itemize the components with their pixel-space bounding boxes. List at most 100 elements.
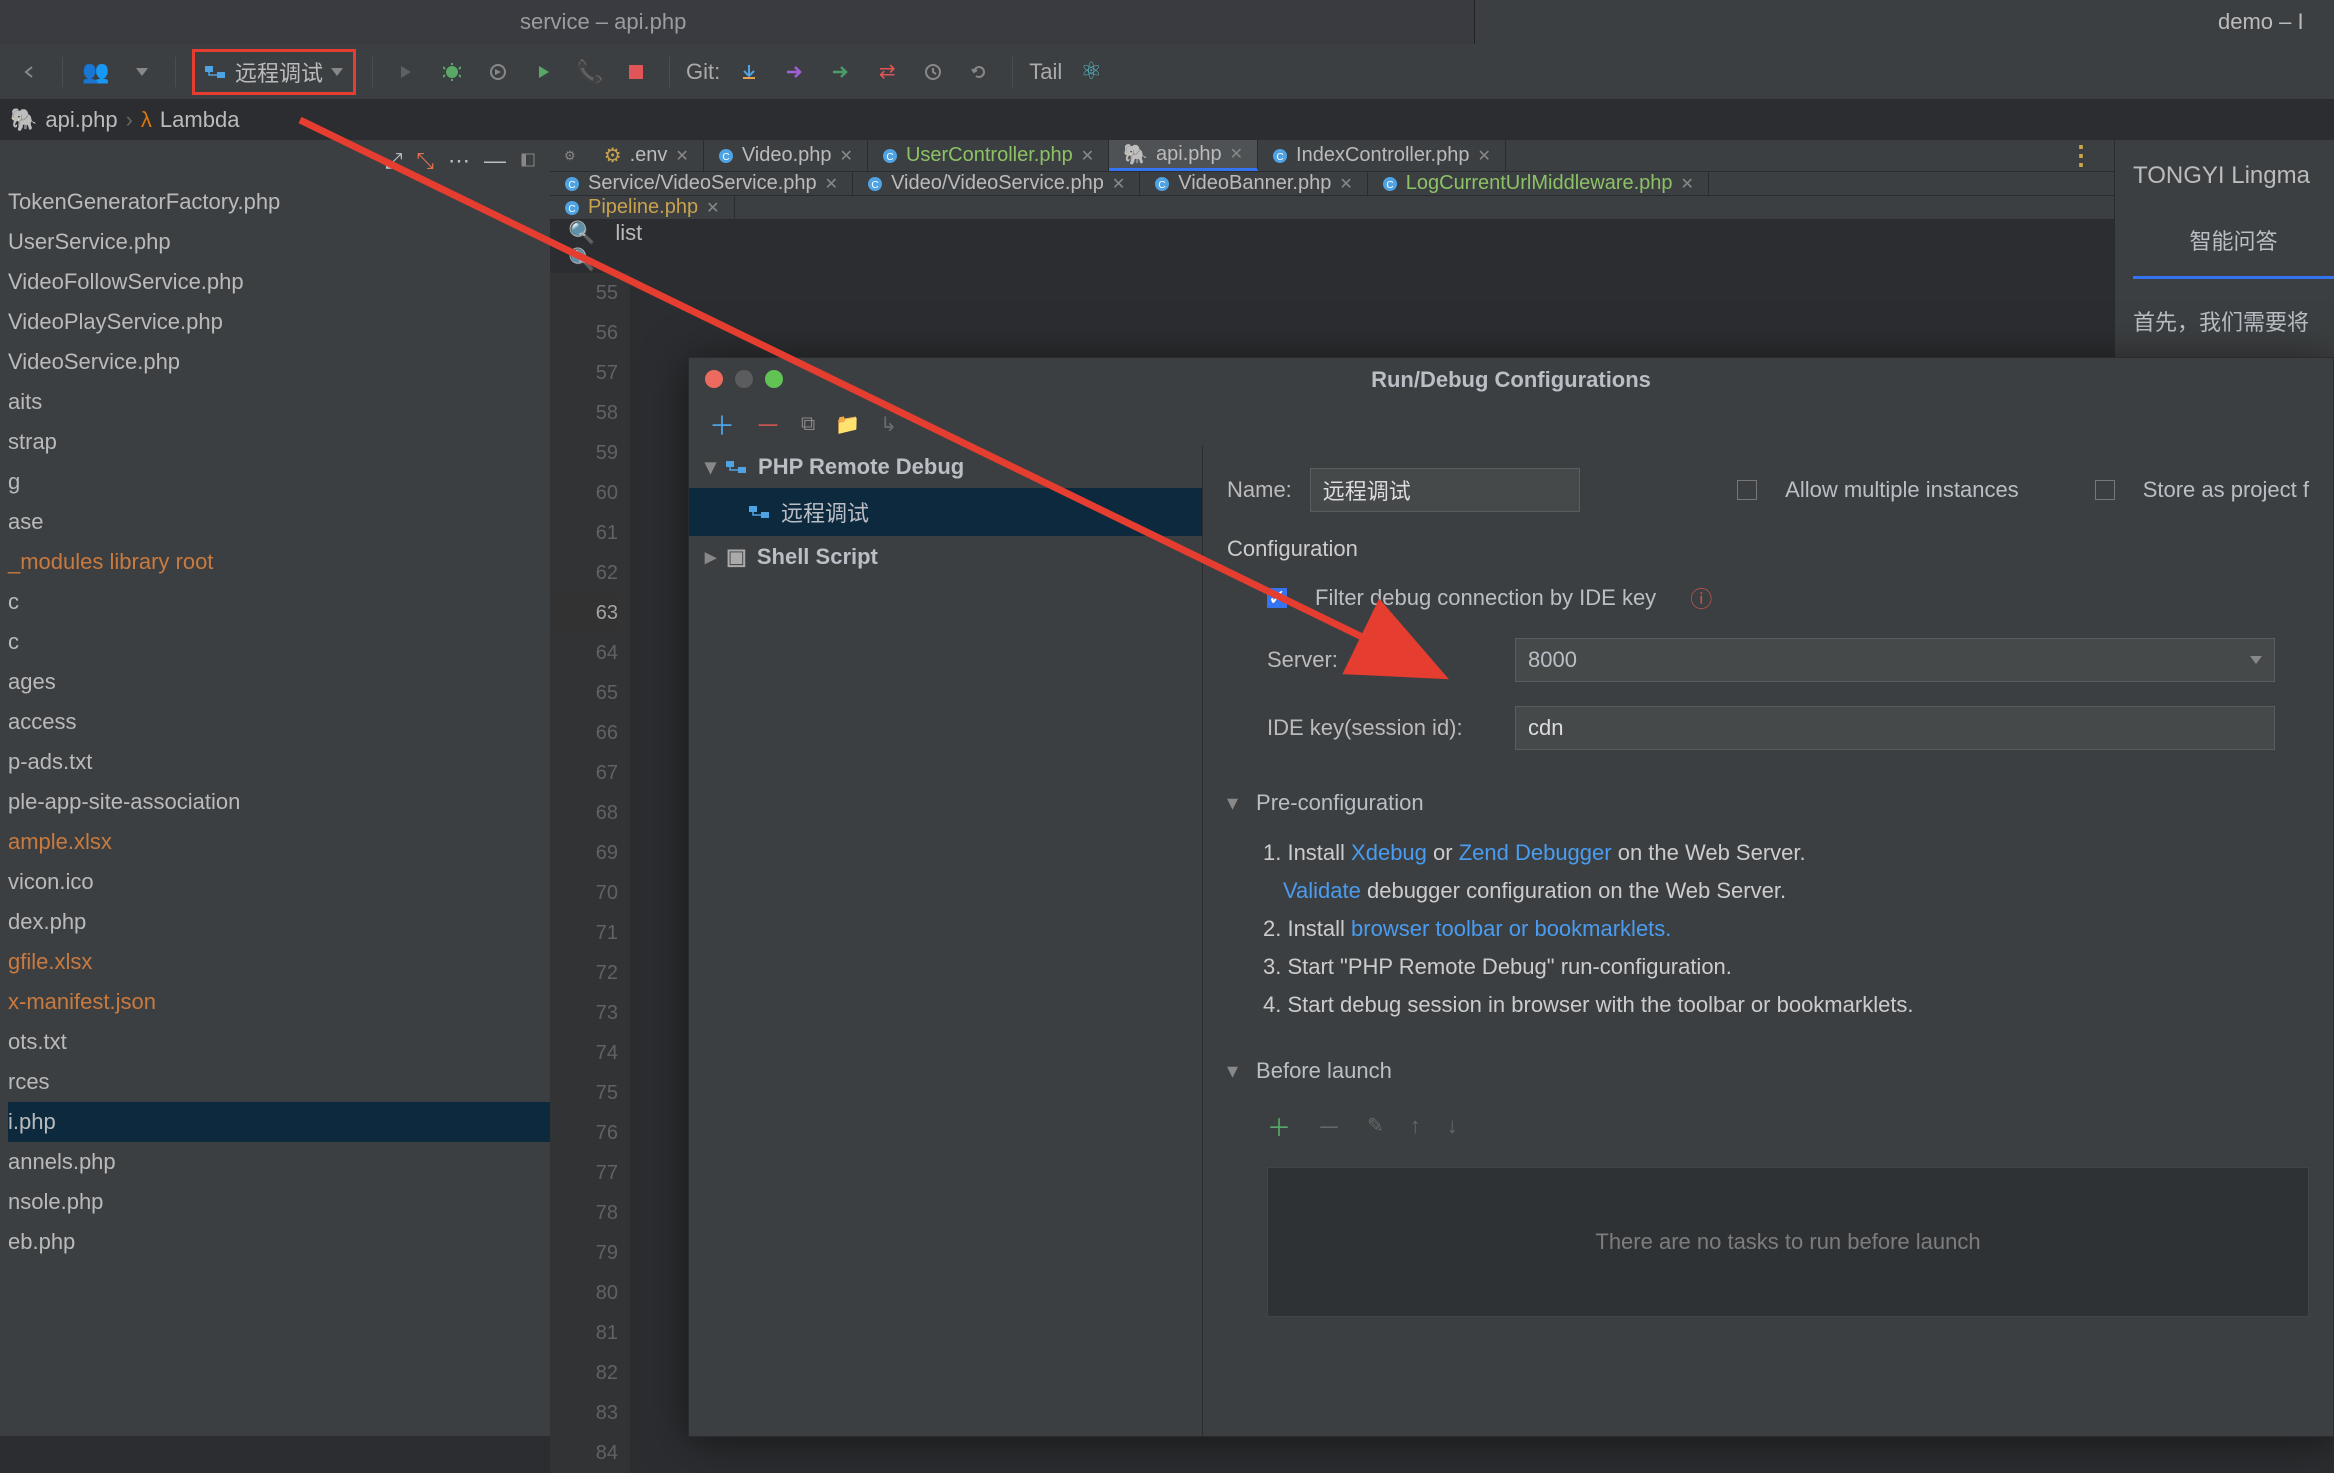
gutter[interactable]: 5556575859606162636465666768697071727374…	[550, 273, 630, 1473]
tree-item[interactable]: vicon.ico	[8, 862, 550, 902]
tab-overflow-button[interactable]: ⋮	[2068, 140, 2114, 171]
minimize-icon[interactable]: —	[484, 148, 506, 174]
git-fetch-button[interactable]	[824, 55, 858, 89]
editor-tab[interactable]: CVideo.php✕	[704, 140, 868, 171]
filter-ide-key-checkbox[interactable]: ✓	[1267, 588, 1287, 608]
tree-item[interactable]: VideoPlayService.php	[8, 302, 550, 342]
tree-item[interactable]: ple-app-site-association	[8, 782, 550, 822]
tree-item[interactable]: aits	[8, 382, 550, 422]
minimize-window-button[interactable]	[735, 370, 753, 388]
folder-config-button[interactable]: 📁	[835, 412, 860, 437]
presentation-button[interactable]: 👥	[79, 55, 113, 89]
name-input[interactable]	[1310, 468, 1580, 512]
presentation-dropdown[interactable]	[125, 55, 159, 89]
close-tab-button[interactable]: ✕	[1112, 174, 1125, 194]
tree-item[interactable]: p-ads.txt	[8, 742, 550, 782]
close-window-button[interactable]	[705, 370, 723, 388]
tree-item[interactable]: _modules library root	[8, 542, 550, 582]
tree-item[interactable]: ots.txt	[8, 1022, 550, 1062]
close-tab-button[interactable]: ✕	[1681, 174, 1694, 194]
hide-icon[interactable]	[520, 148, 536, 174]
edit-config-button[interactable]: ↳	[880, 412, 897, 437]
editor-tab[interactable]: CUserController.php✕	[868, 140, 1109, 171]
close-tab-button[interactable]: ✕	[675, 146, 688, 166]
git-rollback-button[interactable]	[962, 55, 996, 89]
tree-item[interactable]: strap	[8, 422, 550, 462]
tree-item[interactable]: UserService.php	[8, 222, 550, 262]
tongyi-tab-qa[interactable]: 智能问答	[2133, 204, 2334, 279]
tree-item[interactable]: annels.php	[8, 1142, 550, 1182]
remove-config-button[interactable]: －	[755, 406, 781, 443]
back-button[interactable]	[12, 55, 46, 89]
tree-item[interactable]: eb.php	[8, 1222, 550, 1262]
tongyi-title[interactable]: TONGYI Lingma	[2133, 148, 2334, 204]
tree-item[interactable]: i.php	[8, 1102, 550, 1142]
tree-item[interactable]: access	[8, 702, 550, 742]
close-tab-button[interactable]: ✕	[825, 174, 838, 194]
git-pull-button[interactable]	[732, 55, 766, 89]
tree-item[interactable]: c	[8, 622, 550, 662]
tree-item[interactable]: ample.xlsx	[8, 822, 550, 862]
close-tab-button[interactable]: ✕	[706, 198, 719, 218]
search-icon-2[interactable]: 🔍	[568, 247, 595, 273]
close-tab-button[interactable]: ✕	[1477, 146, 1490, 166]
editor-tab[interactable]: CLogCurrentUrlMiddleware.php✕	[1368, 172, 1709, 195]
chevron-down-icon[interactable]: ▾	[1227, 790, 1238, 816]
close-tab-button[interactable]: ✕	[840, 146, 853, 166]
expand-icon[interactable]: ⤢	[385, 148, 403, 174]
tab-settings-icon[interactable]: ⚙	[550, 148, 590, 164]
tree-item[interactable]: gfile.xlsx	[8, 942, 550, 982]
tree-item[interactable]: ages	[8, 662, 550, 702]
editor-tab[interactable]: ⚙.env✕	[590, 140, 704, 171]
allow-multiple-checkbox[interactable]	[1737, 480, 1757, 500]
idekey-input[interactable]	[1515, 706, 2275, 750]
run-config-selector[interactable]: 远程调试	[192, 49, 356, 95]
git-history-button[interactable]	[916, 55, 950, 89]
project-tree[interactable]: TokenGeneratorFactory.phpUserService.php…	[0, 182, 550, 1262]
tree-item[interactable]: TokenGeneratorFactory.php	[8, 182, 550, 222]
close-tab-button[interactable]: ✕	[1339, 174, 1352, 194]
editor-tab[interactable]: CService/VideoService.php✕	[550, 172, 853, 195]
breadcrumb-symbol[interactable]: Lambda	[160, 107, 240, 133]
breadcrumb-file[interactable]: api.php	[45, 107, 117, 133]
search-icon[interactable]: 🔍	[568, 220, 595, 246]
more-icon[interactable]: ⋯	[448, 148, 470, 174]
tree-item[interactable]: rces	[8, 1062, 550, 1102]
editor-tab[interactable]: CVideoBanner.php✕	[1140, 172, 1368, 195]
config-group-shell[interactable]: ▸ ▣ Shell Script	[689, 536, 1202, 578]
chevron-down-icon[interactable]: ▾	[1227, 1058, 1238, 1084]
phone-button[interactable]: 📞	[573, 55, 607, 89]
collapse-icon[interactable]: ⤡	[416, 148, 434, 174]
config-group-php-remote[interactable]: ▾ PHP Remote Debug	[689, 446, 1202, 488]
help-icon[interactable]: ⓘ	[1690, 582, 1712, 614]
atom-button[interactable]: ⚛	[1074, 55, 1108, 89]
editor-tab[interactable]: CVideo/VideoService.php✕	[853, 172, 1140, 195]
tree-item[interactable]: dex.php	[8, 902, 550, 942]
tree-item[interactable]: VideoFollowService.php	[8, 262, 550, 302]
coverage-button[interactable]	[481, 55, 515, 89]
config-item-remote-debug[interactable]: 远程调试	[689, 488, 1202, 536]
copy-config-button[interactable]: ⧉	[801, 413, 815, 436]
tree-item[interactable]: x-manifest.json	[8, 982, 550, 1022]
search-input[interactable]: list	[615, 220, 642, 246]
store-as-project-checkbox[interactable]	[2095, 480, 2115, 500]
git-push-button[interactable]	[778, 55, 812, 89]
close-tab-button[interactable]: ✕	[1081, 146, 1094, 166]
server-dropdown[interactable]: 8000	[1515, 638, 2275, 682]
close-tab-button[interactable]: ✕	[1230, 144, 1243, 164]
zoom-window-button[interactable]	[765, 370, 783, 388]
xdebug-link[interactable]: Xdebug	[1351, 840, 1427, 865]
tree-item[interactable]: nsole.php	[8, 1182, 550, 1222]
config-tree[interactable]: ▾ PHP Remote Debug 远程调试 ▸ ▣ Shell Script	[689, 446, 1203, 1436]
editor-tab[interactable]: 🐘api.php✕	[1109, 140, 1258, 171]
stop-button[interactable]	[619, 55, 653, 89]
add-config-button[interactable]: ＋	[709, 406, 735, 443]
run-button[interactable]	[389, 55, 423, 89]
debug-button[interactable]	[435, 55, 469, 89]
run-green-button[interactable]	[527, 55, 561, 89]
validate-link[interactable]: Validate	[1283, 878, 1361, 903]
add-task-button[interactable]: ＋	[1267, 1108, 1291, 1143]
zend-link[interactable]: Zend Debugger	[1459, 840, 1612, 865]
tree-item[interactable]: ase	[8, 502, 550, 542]
git-compare-button[interactable]: ⇄	[870, 55, 904, 89]
